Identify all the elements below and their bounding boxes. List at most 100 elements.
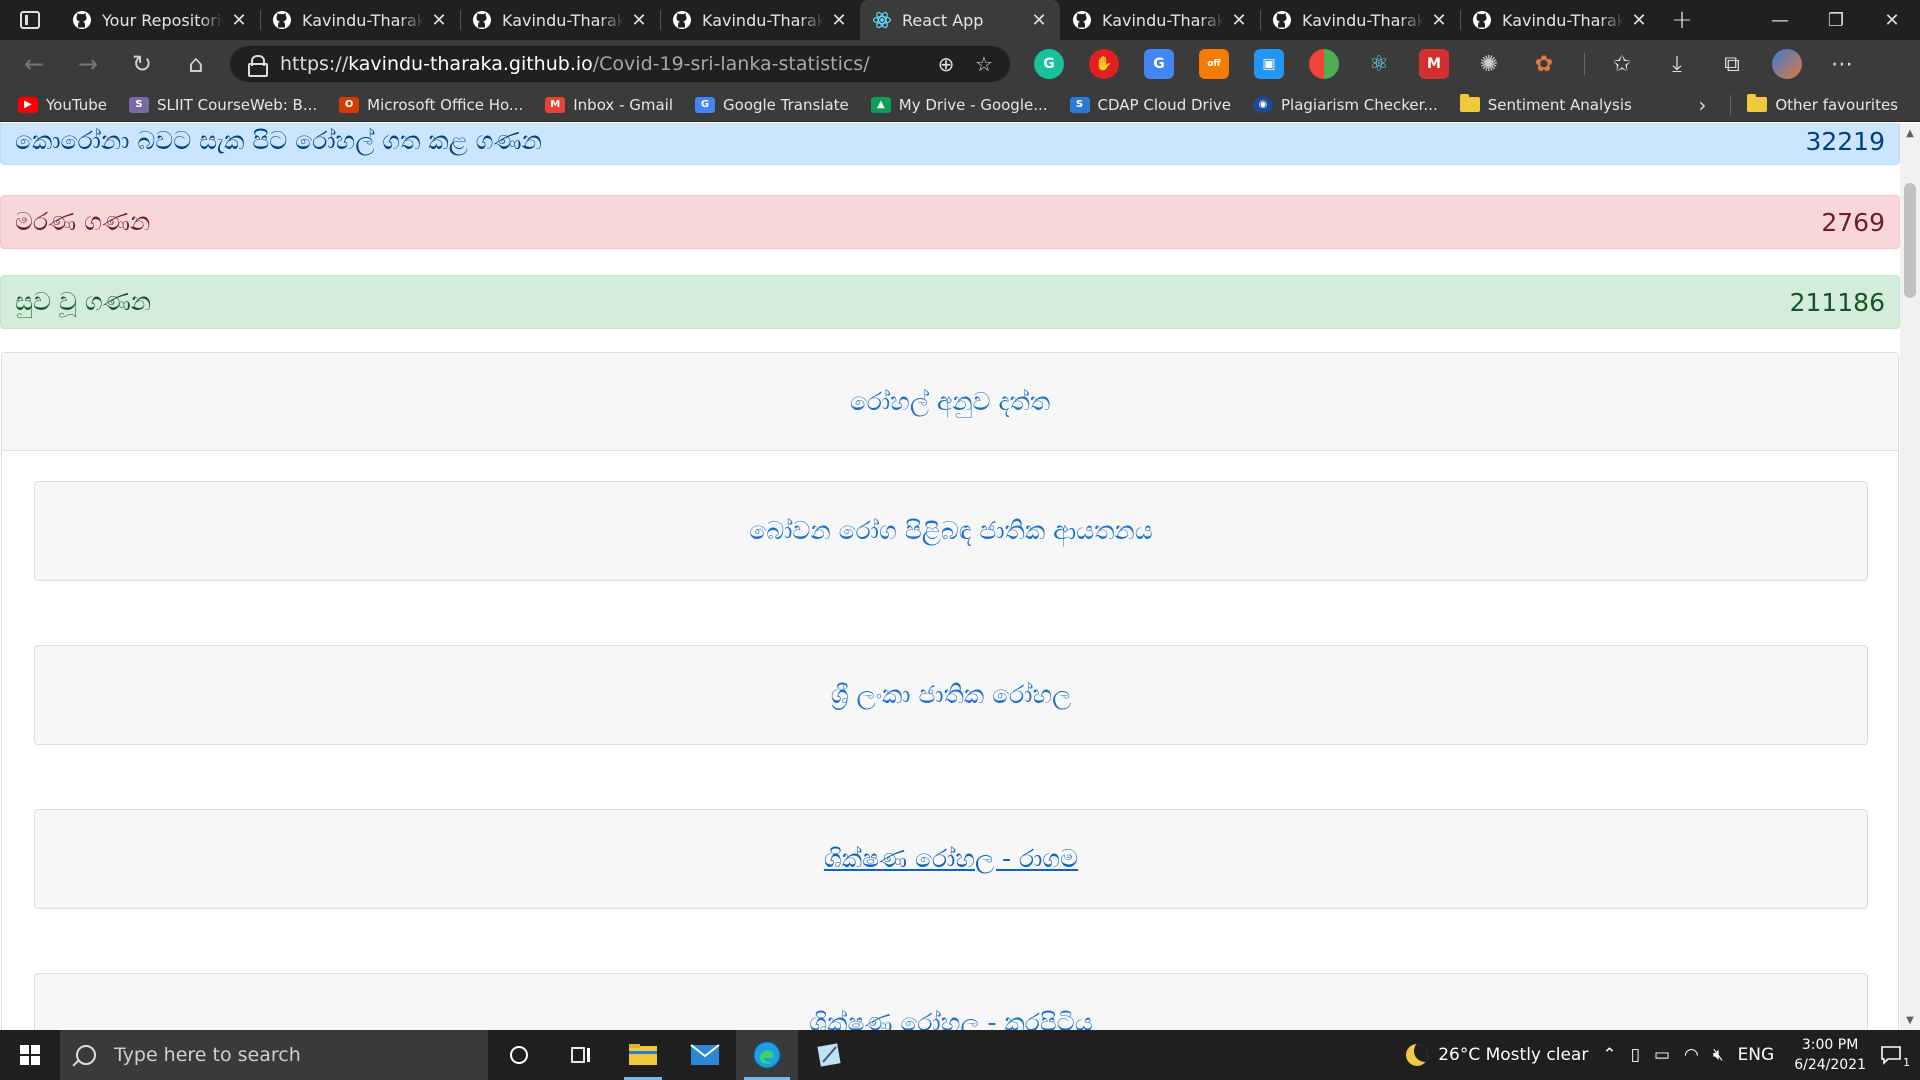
tab-title: Your Repositories bbox=[102, 10, 224, 30]
tab-actions-button[interactable] bbox=[0, 0, 60, 40]
close-icon[interactable]: ✕ bbox=[628, 9, 650, 31]
notepad-app[interactable] bbox=[798, 1030, 860, 1080]
github-icon bbox=[272, 10, 292, 30]
favorite-drive[interactable]: ▲ My Drive - Google... bbox=[870, 96, 1048, 114]
taskbar-search[interactable]: Type here to search bbox=[60, 1030, 488, 1080]
favorites-icon[interactable]: ✩ bbox=[1607, 49, 1637, 79]
close-icon[interactable]: ✕ bbox=[1628, 9, 1650, 31]
hospital-item[interactable]: ශික්ෂණ රෝහල - රාගම bbox=[34, 809, 1868, 909]
colors-extension-icon[interactable] bbox=[1309, 49, 1339, 79]
notifications-button[interactable]: 1 bbox=[1880, 1045, 1910, 1069]
notification-count: 1 bbox=[1903, 1056, 1910, 1069]
hospital-item[interactable]: ශික්ෂණ රෝහල - කරපිටිය bbox=[34, 973, 1868, 1030]
browser-tab[interactable]: Kavindu-Tharaka/ ✕ bbox=[660, 0, 860, 40]
hospital-name-link[interactable]: ශික්ෂණ රෝහල - රාගම bbox=[824, 844, 1078, 874]
home-button[interactable]: ⌂ bbox=[176, 44, 216, 84]
mail-app[interactable] bbox=[674, 1030, 736, 1080]
off-extension-icon[interactable]: off bbox=[1199, 49, 1229, 79]
favorite-label: CDAP Cloud Drive bbox=[1097, 95, 1231, 114]
zoom-icon[interactable]: ⊕ bbox=[932, 50, 960, 78]
page-viewport: කොරෝනා බවට සැක පිට රෝහල් ගත කළ ගණන 32219… bbox=[0, 123, 1920, 1030]
restore-button[interactable]: ❐ bbox=[1808, 0, 1864, 40]
collections-icon[interactable]: ⧉ bbox=[1717, 49, 1747, 79]
battery-icon[interactable]: ▭ bbox=[1654, 1045, 1670, 1065]
add-favorite-icon[interactable]: ☆ bbox=[970, 50, 998, 78]
hospital-name: ශික්ෂණ රෝහල - කරපිටිය bbox=[809, 1008, 1093, 1030]
browser-tab[interactable]: Your Repositories ✕ bbox=[60, 0, 260, 40]
profile-avatar[interactable] bbox=[1772, 49, 1802, 79]
scrollbar-thumb[interactable] bbox=[1904, 183, 1916, 298]
close-icon[interactable]: ✕ bbox=[228, 9, 250, 31]
start-button[interactable] bbox=[0, 1030, 60, 1080]
forward-button[interactable]: → bbox=[68, 44, 108, 84]
clock-time: 3:00 PM bbox=[1801, 1037, 1859, 1053]
browser-tab[interactable]: Kavindu-Tharaka/ ✕ bbox=[1460, 0, 1660, 40]
adblock-icon[interactable]: ✋ bbox=[1089, 49, 1119, 79]
windows-taskbar: Type here to search 26°C Mostly clear ⌃ … bbox=[0, 1030, 1920, 1080]
address-bar[interactable]: https://kavindu-tharaka.github.io/Covid-… bbox=[230, 46, 1010, 82]
close-icon[interactable]: ✕ bbox=[428, 9, 450, 31]
favorite-plagiarism[interactable]: ◉ Plagiarism Checker... bbox=[1252, 96, 1438, 114]
bot-extension-icon[interactable]: ▣ bbox=[1254, 49, 1284, 79]
wifi-icon[interactable]: ◠ bbox=[1684, 1045, 1699, 1065]
hospital-name: ශ්‍රී ලංකා ජාතික රෝහල bbox=[830, 680, 1072, 709]
close-window-button[interactable]: ✕ bbox=[1864, 0, 1920, 40]
browser-tab[interactable]: Kavindu-Tharaka/ ✕ bbox=[260, 0, 460, 40]
favorites-divider bbox=[1730, 94, 1732, 115]
cookie-extension-icon[interactable]: ✿ bbox=[1529, 49, 1559, 79]
task-view-icon bbox=[571, 1047, 590, 1063]
hospitalized-stat-alert: කොරෝනා බවට සැක පිට රෝහල් ගත කළ ගණන 32219 bbox=[0, 123, 1900, 165]
other-favourites[interactable]: Other favourites bbox=[1747, 94, 1898, 114]
usb-icon[interactable]: ▯ bbox=[1631, 1045, 1640, 1065]
browser-tab-active[interactable]: React App ✕ bbox=[860, 0, 1060, 40]
downloads-icon[interactable]: ⤓ bbox=[1662, 49, 1692, 79]
grammarly-icon[interactable]: G bbox=[1034, 49, 1064, 79]
favorite-youtube[interactable]: ▶ YouTube bbox=[18, 96, 107, 114]
favorite-sentiment-folder[interactable]: Sentiment Analysis bbox=[1459, 94, 1632, 114]
refresh-button[interactable]: ↻ bbox=[122, 44, 162, 84]
url-text[interactable]: https://kavindu-tharaka.github.io/Covid-… bbox=[280, 53, 922, 75]
back-button[interactable]: ← bbox=[14, 44, 54, 84]
react-devtools-icon[interactable]: ⚛ bbox=[1364, 49, 1394, 79]
task-view-button[interactable] bbox=[550, 1030, 612, 1080]
favorite-gmail[interactable]: M Inbox - Gmail bbox=[545, 96, 673, 114]
mendeley-icon[interactable]: M bbox=[1419, 49, 1449, 79]
file-explorer-app[interactable] bbox=[612, 1030, 674, 1080]
language-indicator[interactable]: ENG bbox=[1738, 1045, 1775, 1065]
favorite-office[interactable]: O Microsoft Office Ho... bbox=[339, 96, 523, 114]
close-icon[interactable]: ✕ bbox=[1028, 9, 1050, 31]
puzzle-extension-icon[interactable]: ✺ bbox=[1474, 49, 1504, 79]
hospital-data-card: රෝහල් අනුව දත්ත බෝවන රෝග පිළිබඳ ජාතික ආය… bbox=[1, 352, 1899, 1030]
plagiarism-icon: ◉ bbox=[1252, 96, 1273, 113]
hospital-item[interactable]: බෝවන රෝග පිළිබඳ ජාතික ආයතනය bbox=[34, 481, 1868, 581]
github-icon bbox=[672, 10, 692, 30]
minimize-button[interactable]: — bbox=[1752, 0, 1808, 40]
chevron-right-icon[interactable]: › bbox=[1698, 93, 1706, 117]
notepad-icon bbox=[817, 1043, 841, 1067]
scroll-down-icon[interactable]: ▼ bbox=[1900, 1010, 1920, 1030]
favorite-sliit[interactable]: S SLIIT CourseWeb: B... bbox=[129, 96, 317, 114]
volume-muted-icon[interactable]: 🔇︎ bbox=[1713, 1045, 1724, 1065]
github-icon bbox=[1272, 10, 1292, 30]
weather-widget[interactable]: 26°C Mostly clear bbox=[1406, 1044, 1588, 1066]
hospital-item[interactable]: ශ්‍රී ලංකා ජාතික රෝහල bbox=[34, 645, 1868, 745]
close-icon[interactable]: ✕ bbox=[1228, 9, 1250, 31]
browser-tab[interactable]: Kavindu-Tharaka/ ✕ bbox=[1260, 0, 1460, 40]
favorite-cdap[interactable]: S CDAP Cloud Drive bbox=[1069, 95, 1231, 114]
page-scrollbar[interactable]: ▲ ▼ bbox=[1900, 123, 1920, 1030]
chevron-up-icon[interactable]: ⌃ bbox=[1602, 1045, 1616, 1065]
lock-icon[interactable] bbox=[248, 55, 268, 77]
new-tab-button[interactable]: + bbox=[1660, 0, 1704, 40]
youtube-icon: ▶ bbox=[18, 96, 38, 113]
browser-tab[interactable]: Kavindu-Tharaka/ ✕ bbox=[460, 0, 660, 40]
favorite-translate[interactable]: G Google Translate bbox=[695, 96, 849, 114]
close-icon[interactable]: ✕ bbox=[828, 9, 850, 31]
cortana-button[interactable] bbox=[488, 1030, 550, 1080]
close-icon[interactable]: ✕ bbox=[1428, 9, 1450, 31]
clock[interactable]: 3:00 PM 6/24/2021 bbox=[1794, 1035, 1866, 1075]
translate-extension-icon[interactable]: G bbox=[1144, 49, 1174, 79]
edge-app[interactable] bbox=[736, 1030, 798, 1080]
scroll-up-icon[interactable]: ▲ bbox=[1900, 123, 1920, 143]
browser-tab[interactable]: Kavindu-Tharaka/ ✕ bbox=[1060, 0, 1260, 40]
more-menu-icon[interactable]: ⋯ bbox=[1827, 49, 1857, 79]
